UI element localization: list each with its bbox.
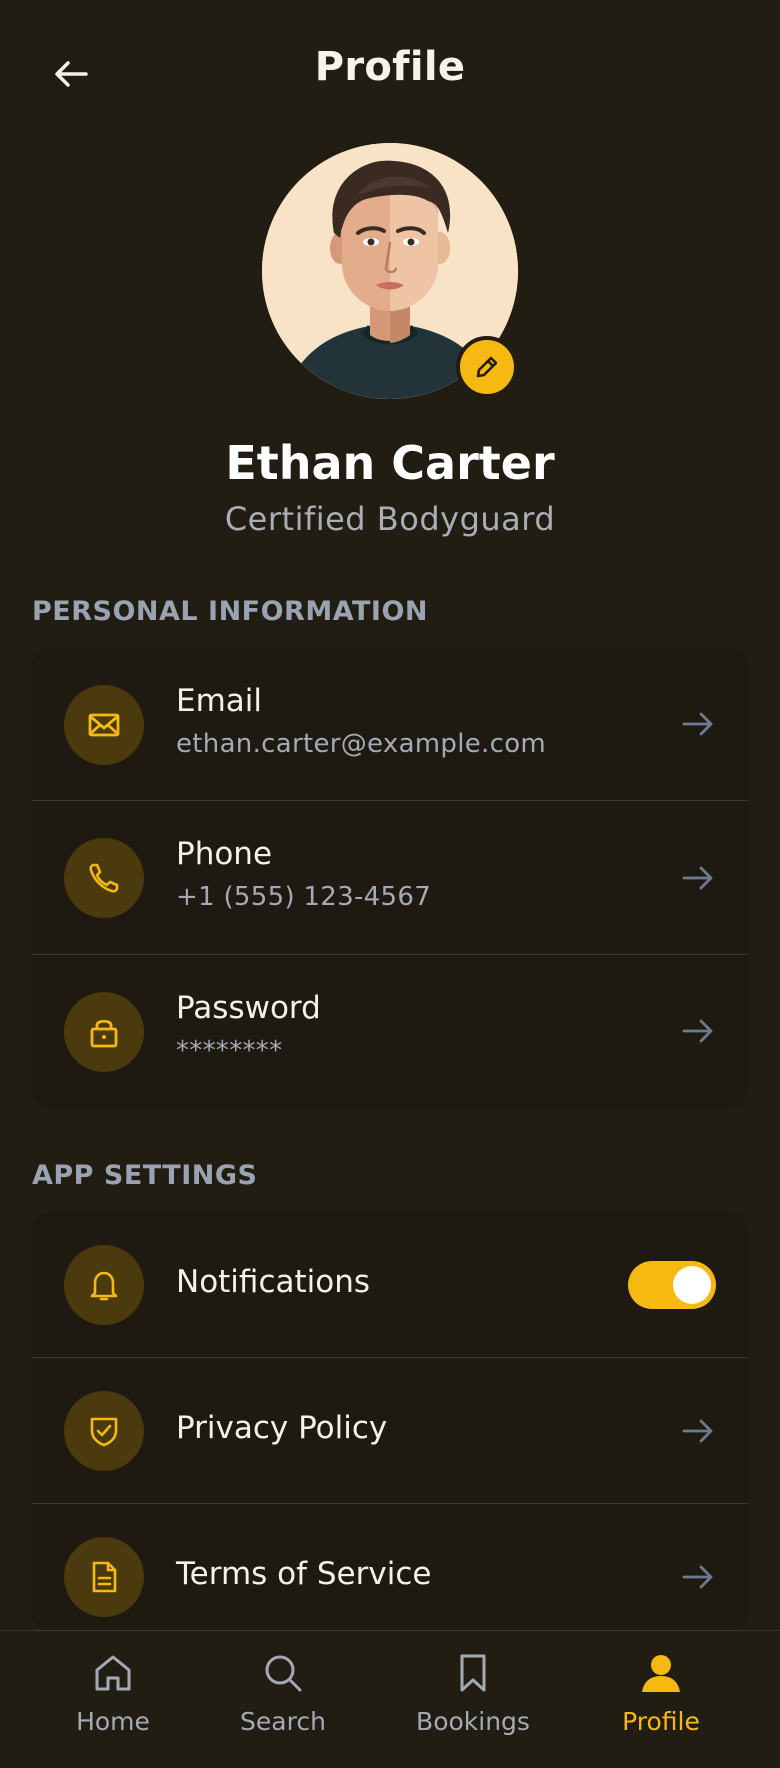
password-row[interactable]: Password ********: [32, 955, 748, 1108]
arrow-right-icon: [678, 858, 718, 898]
phone-icon: [89, 863, 119, 893]
notifications-text: Notifications: [176, 1264, 370, 1300]
header: Profile: [0, 0, 780, 146]
privacy-policy-text: Privacy Policy: [176, 1410, 387, 1446]
phone-icon-wrap: [64, 838, 144, 918]
notifications-row: Notifications: [32, 1212, 748, 1358]
lock-icon: [90, 1019, 118, 1048]
bottom-navigation: Home Search Bookings Profile: [0, 1630, 780, 1768]
document-icon: [92, 1561, 117, 1593]
profile-name: Ethan Carter: [225, 436, 555, 490]
notifications-label: Notifications: [176, 1264, 371, 1300]
mail-icon: [88, 713, 120, 737]
app-settings-card: Notifications Privacy Policy Terms of Se…: [32, 1212, 748, 1632]
edit-avatar-button[interactable]: [456, 336, 518, 398]
search-icon: [259, 1649, 307, 1697]
email-text: Email ethan.carter@example.com: [176, 683, 546, 759]
avatar-container: [262, 143, 518, 399]
profile-role: Certified Bodyguard: [224, 500, 556, 538]
email-row[interactable]: Email ethan.carter@example.com: [32, 648, 748, 801]
arrow-right-icon: [678, 1011, 718, 1051]
privacy-policy-row[interactable]: Privacy Policy: [32, 1358, 748, 1504]
password-value: ********: [176, 1036, 283, 1066]
nav-item-bookings[interactable]: Bookings: [398, 1649, 548, 1759]
shield-check-icon: [90, 1417, 118, 1447]
section-title-personal-information: PERSONAL INFORMATION: [32, 596, 429, 627]
nav-item-home[interactable]: Home: [38, 1649, 188, 1759]
page-title: Profile: [314, 44, 466, 90]
terms-of-service-label: Terms of Service: [176, 1556, 432, 1592]
bell-icon: [90, 1271, 118, 1301]
privacy-policy-label: Privacy Policy: [176, 1410, 388, 1446]
password-label: Password: [176, 990, 321, 1026]
section-title-app-settings: APP SETTINGS: [32, 1160, 258, 1191]
terms-of-service-text: Terms of Service: [176, 1556, 431, 1592]
bookmark-icon: [449, 1649, 497, 1697]
phone-value: +1 (555) 123-4567: [176, 882, 432, 912]
nav-item-search[interactable]: Search: [208, 1649, 358, 1759]
lock-icon-wrap: [64, 992, 144, 1072]
email-value: ethan.carter@example.com: [176, 729, 547, 759]
arrow-right-icon: [678, 704, 718, 744]
profile-screen: Profile Ethan Carter Certified Bodyguard…: [0, 0, 780, 1768]
terms-of-service-row[interactable]: Terms of Service: [32, 1504, 748, 1632]
phone-text: Phone +1 (555) 123-4567: [176, 836, 431, 912]
nav-label-search: Search: [240, 1707, 326, 1736]
nav-label-home: Home: [76, 1707, 150, 1736]
nav-label-profile: Profile: [622, 1707, 700, 1736]
personal-information-card: Email ethan.carter@example.com Phone +1 …: [32, 648, 748, 1108]
user-icon: [637, 1649, 685, 1697]
shield-icon-wrap: [64, 1391, 144, 1471]
nav-item-profile[interactable]: Profile: [586, 1649, 736, 1759]
toggle-knob: [673, 1266, 711, 1304]
arrow-right-icon: [678, 1411, 718, 1451]
arrow-right-icon: [678, 1557, 718, 1597]
pencil-icon: [476, 356, 498, 378]
mail-icon-wrap: [64, 685, 144, 765]
notifications-toggle[interactable]: [628, 1261, 716, 1309]
password-text: Password ********: [176, 990, 321, 1066]
phone-label: Phone: [176, 836, 273, 872]
document-icon-wrap: [64, 1537, 144, 1617]
home-icon: [89, 1649, 137, 1697]
nav-label-bookings: Bookings: [416, 1707, 530, 1736]
bell-icon-wrap: [64, 1245, 144, 1325]
phone-row[interactable]: Phone +1 (555) 123-4567: [32, 801, 748, 955]
email-label: Email: [176, 683, 263, 719]
